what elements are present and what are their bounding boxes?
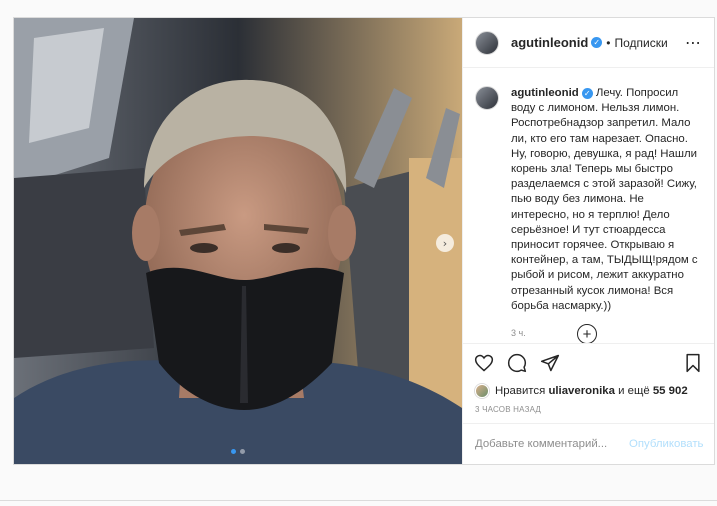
- caption-body: agutinleonid ✓ Лечу. Попросил воду с лимо…: [511, 86, 700, 343]
- post-photo: [14, 18, 462, 464]
- caption-timestamp[interactable]: 3 ч.: [511, 326, 700, 341]
- carousel-next-button[interactable]: ›: [436, 234, 454, 252]
- author-username[interactable]: agutinleonid: [511, 35, 588, 50]
- caption-text: Лечу. Попросил воду с лимоном. Нельзя ли…: [511, 87, 698, 312]
- load-more-comments-icon[interactable]: +: [577, 324, 597, 343]
- caption-verified-badge-icon: ✓: [581, 88, 593, 100]
- post-header: agutinleonid ✓ • Подписки ⋯: [463, 18, 714, 68]
- post-media[interactable]: ›: [14, 18, 462, 464]
- caption-author-avatar[interactable]: [475, 86, 499, 110]
- paper-plane-icon[interactable]: [539, 352, 561, 374]
- carousel-dots: [14, 449, 462, 454]
- verified-badge-icon: ✓: [591, 37, 603, 48]
- comment-icon[interactable]: [506, 352, 528, 374]
- likes-middle: и ещё: [618, 385, 650, 397]
- liker-username[interactable]: uliaveronika: [548, 385, 614, 397]
- comment-box: Опубликовать: [463, 423, 714, 464]
- post-time-ago[interactable]: 3 ЧАСОВ НАЗАД: [463, 401, 714, 423]
- caption-area: agutinleonid ✓ Лечу. Попросил воду с лимо…: [463, 68, 714, 343]
- comment-input[interactable]: [475, 438, 629, 450]
- post-card: › agutinleonid ✓ • Подписки ⋯ agutinleon…: [13, 17, 715, 465]
- author-avatar[interactable]: [475, 30, 499, 55]
- page-divider: [0, 500, 717, 501]
- following-button[interactable]: Подписки: [614, 36, 667, 50]
- likes-count[interactable]: 55 902: [653, 385, 688, 397]
- header-separator: •: [606, 35, 611, 50]
- publish-button[interactable]: Опубликовать: [629, 438, 703, 450]
- action-bar: [463, 343, 714, 381]
- carousel-dot-active: [231, 449, 236, 454]
- likes-summary: Нравится uliaveronika и ещё 55 902: [463, 381, 714, 401]
- carousel-dot: [240, 449, 245, 454]
- bookmark-icon[interactable]: [682, 352, 704, 374]
- post-sidebar: agutinleonid ✓ • Подписки ⋯ agutinleonid…: [462, 18, 714, 464]
- likes-prefix: Нравится: [495, 385, 546, 397]
- caption-author-username[interactable]: agutinleonid: [511, 87, 579, 99]
- liker-avatar[interactable]: [475, 384, 489, 398]
- more-options-icon[interactable]: ⋯: [685, 33, 702, 53]
- heart-icon[interactable]: [473, 352, 495, 374]
